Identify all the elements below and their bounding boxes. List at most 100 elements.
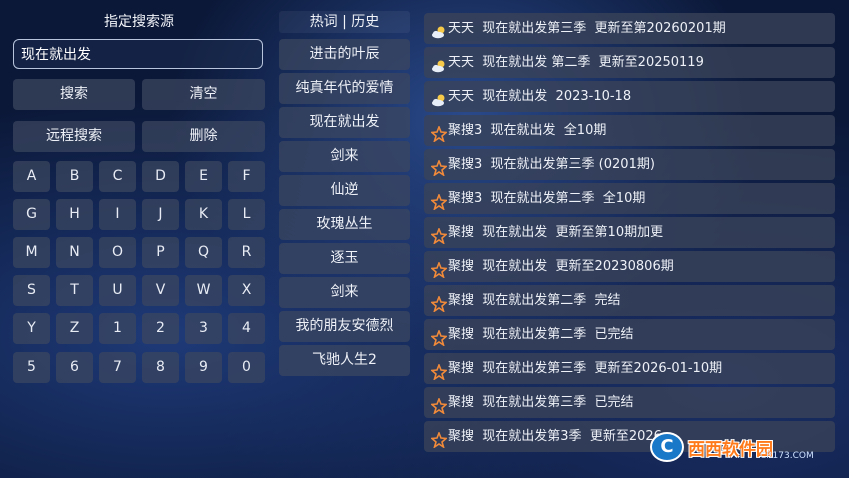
result-item[interactable]: 聚搜 现在就出发第二季 完结 <box>424 285 835 316</box>
hot-item[interactable]: 剑来 <box>279 141 410 172</box>
result-title: 现在就出发第二季 已完结 <box>482 327 634 342</box>
result-title: 现在就出发第三季 更新至2026-01-10期 <box>482 361 723 376</box>
hot-item[interactable]: 逐玉 <box>279 243 410 274</box>
key-m[interactable]: M <box>13 237 50 268</box>
key-4[interactable]: 4 <box>228 313 265 344</box>
hot-item[interactable]: 仙逆 <box>279 175 410 206</box>
key-w[interactable]: W <box>185 275 222 306</box>
key-d[interactable]: D <box>142 161 179 192</box>
result-source: 聚搜 <box>448 259 475 274</box>
key-k[interactable]: K <box>185 199 222 230</box>
result-item[interactable]: 天天 现在就出发 第二季 更新至20250119 <box>424 47 835 78</box>
hot-item[interactable]: 玫瑰丛生 <box>279 209 410 240</box>
source-title: 指定搜索源 <box>104 14 174 30</box>
result-item[interactable]: 天天 现在就出发 2023-10-18 <box>424 81 835 112</box>
result-item[interactable]: 聚搜 现在就出发第三季 更新至2026-01-10期 <box>424 353 835 384</box>
key-e[interactable]: E <box>185 161 222 192</box>
search-input[interactable]: 现在就出发 <box>13 39 263 69</box>
search-button[interactable]: 搜索 <box>13 79 135 110</box>
result-title: 现在就出发第三季 (0201期) <box>490 157 655 172</box>
key-p[interactable]: P <box>142 237 179 268</box>
key-g[interactable]: G <box>13 199 50 230</box>
weather-icon <box>431 21 447 38</box>
star-icon <box>430 395 448 415</box>
remote-search-button[interactable]: 远程搜索 <box>13 121 135 152</box>
key-o[interactable]: O <box>99 237 136 268</box>
hot-item[interactable]: 现在就出发 <box>279 107 410 138</box>
result-title: 现在就出发第三季 已完结 <box>482 395 634 410</box>
result-title: 现在就出发第3季 更新至2026 <box>482 429 662 444</box>
key-5[interactable]: 5 <box>13 352 50 383</box>
result-item[interactable]: 聚搜3 现在就出发第二季 全10期 <box>424 183 835 214</box>
result-item[interactable]: 聚搜 现在就出发 更新至第10期加更 <box>424 217 835 248</box>
result-title: 现在就出发第二季 全10期 <box>490 191 646 206</box>
result-source: 聚搜 <box>448 327 475 342</box>
result-title: 现在就出发 全10期 <box>490 123 607 138</box>
hot-item[interactable]: 进击的叶辰 <box>279 39 410 70</box>
key-u[interactable]: U <box>99 275 136 306</box>
star-icon <box>430 293 448 313</box>
result-title: 现在就出发 更新至20230806期 <box>482 259 674 274</box>
result-title: 现在就出发 第二季 更新至20250119 <box>482 55 704 70</box>
key-6[interactable]: 6 <box>56 352 93 383</box>
result-title: 现在就出发第二季 完结 <box>482 293 621 308</box>
result-source: 聚搜3 <box>448 191 483 206</box>
key-t[interactable]: T <box>56 275 93 306</box>
key-a[interactable]: A <box>13 161 50 192</box>
hot-item[interactable]: 剑来 <box>279 277 410 308</box>
weather-icon <box>431 55 447 72</box>
key-f[interactable]: F <box>228 161 265 192</box>
star-icon <box>430 225 448 245</box>
star-icon <box>430 191 448 211</box>
key-8[interactable]: 8 <box>142 352 179 383</box>
result-source: 天天 <box>448 21 475 36</box>
weather-icon <box>431 89 447 106</box>
key-3[interactable]: 3 <box>185 313 222 344</box>
delete-button[interactable]: 删除 <box>142 121 265 152</box>
key-h[interactable]: H <box>56 199 93 230</box>
watermark: C 西西软件园 CR173.COM <box>650 430 830 464</box>
key-b[interactable]: B <box>56 161 93 192</box>
key-c[interactable]: C <box>99 161 136 192</box>
result-title: 现在就出发 2023-10-18 <box>482 89 632 104</box>
key-i[interactable]: I <box>99 199 136 230</box>
key-s[interactable]: S <box>13 275 50 306</box>
hot-item[interactable]: 纯真年代的爱情 <box>279 73 410 104</box>
key-v[interactable]: V <box>142 275 179 306</box>
key-x[interactable]: X <box>228 275 265 306</box>
key-r[interactable]: R <box>228 237 265 268</box>
result-item[interactable]: 天天 现在就出发第三季 更新至第20260201期 <box>424 13 835 44</box>
clear-button[interactable]: 清空 <box>142 79 265 110</box>
key-1[interactable]: 1 <box>99 313 136 344</box>
result-title: 现在就出发 更新至第10期加更 <box>482 225 664 240</box>
result-item[interactable]: 聚搜3 现在就出发 全10期 <box>424 115 835 146</box>
key-0[interactable]: 0 <box>228 352 265 383</box>
result-source: 聚搜 <box>448 293 475 308</box>
result-item[interactable]: 聚搜3 现在就出发第三季 (0201期) <box>424 149 835 180</box>
key-2[interactable]: 2 <box>142 313 179 344</box>
watermark-url: CR173.COM <box>760 451 814 461</box>
result-source: 聚搜 <box>448 429 475 444</box>
key-l[interactable]: L <box>228 199 265 230</box>
key-z[interactable]: Z <box>56 313 93 344</box>
star-icon <box>430 157 448 177</box>
result-source: 天天 <box>448 89 475 104</box>
star-icon <box>430 327 448 347</box>
key-y[interactable]: Y <box>13 313 50 344</box>
key-9[interactable]: 9 <box>185 352 222 383</box>
star-icon <box>430 259 448 279</box>
hot-history-title: 热词 | 历史 <box>279 11 410 33</box>
result-source: 天天 <box>448 55 475 70</box>
result-item[interactable]: 聚搜 现在就出发 更新至20230806期 <box>424 251 835 282</box>
hot-item[interactable]: 飞驰人生2 <box>279 345 410 376</box>
watermark-logo: C <box>650 432 684 462</box>
key-j[interactable]: J <box>142 199 179 230</box>
key-n[interactable]: N <box>56 237 93 268</box>
result-item[interactable]: 聚搜 现在就出发第三季 已完结 <box>424 387 835 418</box>
key-7[interactable]: 7 <box>99 352 136 383</box>
result-source: 聚搜 <box>448 395 475 410</box>
result-item[interactable]: 聚搜 现在就出发第二季 已完结 <box>424 319 835 350</box>
star-icon <box>430 123 448 143</box>
key-q[interactable]: Q <box>185 237 222 268</box>
hot-item[interactable]: 我的朋友安德烈 <box>279 311 410 342</box>
